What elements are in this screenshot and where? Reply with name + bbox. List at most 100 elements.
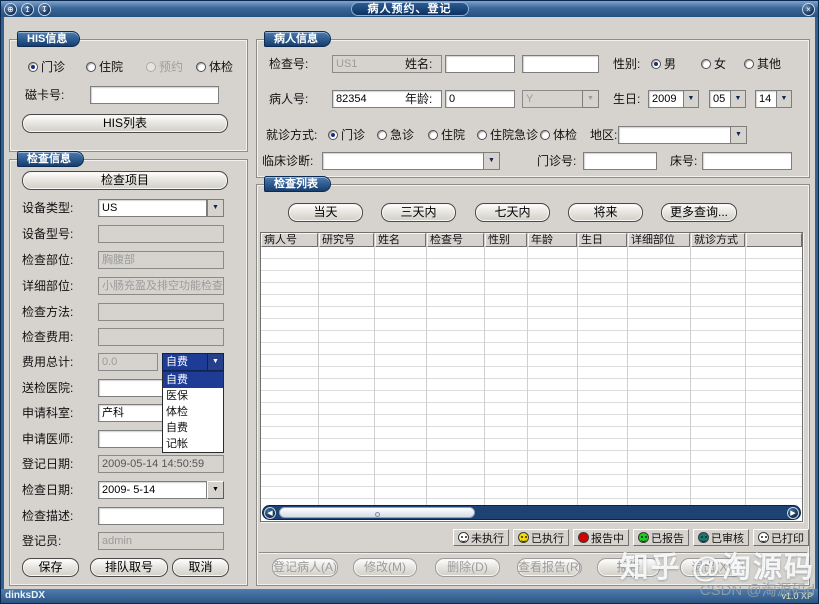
exam-fee-label: 检查费用: (22, 330, 74, 344)
department-label: 申请科室: (22, 406, 74, 420)
radio-icon (701, 59, 711, 69)
column-header-gender[interactable]: 性别 (485, 233, 527, 247)
dropdown-option[interactable]: 自费 (163, 372, 223, 388)
diagnosis-value[interactable] (322, 152, 484, 170)
device-type-dropdown-icon[interactable]: ▼ (207, 199, 224, 217)
column-header-visit-type[interactable]: 就诊方式 (691, 233, 745, 247)
delete-button[interactable]: 删除(D) (435, 558, 500, 577)
column-header-patient-no[interactable]: 病人号 (261, 233, 318, 247)
save-button[interactable]: 保存 (22, 558, 79, 577)
description-input[interactable] (98, 507, 224, 525)
pay-type-combo[interactable]: 自费 (162, 353, 208, 371)
gender-label: 性别: (613, 57, 641, 71)
gender-radio-female[interactable]: 女 (701, 55, 726, 73)
dropdown-option[interactable]: 自费 (163, 420, 223, 436)
window-pin-icon[interactable]: ⊕ (4, 2, 17, 16)
titlebar[interactable]: ⊕ ↥ ↧ 病人预约、登记 × (1, 1, 818, 17)
register-patient-button[interactable]: 登记病人(A) (272, 558, 338, 577)
status-audited-icon (698, 532, 709, 543)
exam-list-table[interactable]: 病人号 研究号 姓名 检查号 性别 年龄 生日 详细部位 就诊方式 ◀ ▶ (260, 232, 803, 522)
window-minimize-icon[interactable]: ↧ (38, 2, 51, 16)
card-no-label: 磁卡号: (25, 88, 65, 102)
filter-3days-button[interactable]: 三天内 (381, 203, 456, 222)
gender-radio-male[interactable]: 男 (651, 55, 676, 73)
birth-day-value[interactable]: 14 (755, 90, 777, 108)
device-type-value[interactable]: US (98, 199, 207, 217)
outpatient-no-input[interactable] (583, 152, 657, 170)
birth-month-dropdown-icon[interactable]: ▼ (730, 90, 746, 108)
exam-method-value (98, 303, 224, 321)
his-list-button[interactable]: HIS列表 (22, 114, 228, 133)
age-input[interactable]: 0 (445, 90, 515, 108)
column-body (746, 247, 802, 505)
visit-radio-inpatient[interactable]: 住院 (428, 126, 465, 144)
column-header-exam-no[interactable]: 检查号 (427, 233, 484, 247)
region-label: 地区: (590, 128, 618, 142)
app-window: ⊕ ↥ ↧ 病人预约、登记 × HIS信息 门诊 住院 预约 体检 磁卡号: H… (0, 0, 819, 604)
column-header-study-no[interactable]: 研究号 (319, 233, 374, 247)
radio-icon (328, 130, 338, 140)
filter-today-button[interactable]: 当天 (288, 203, 363, 222)
column-body (375, 247, 426, 505)
gender-radio-other[interactable]: 其他 (744, 55, 781, 73)
report-button[interactable]: 报告 (597, 558, 660, 577)
visit-radio-physical[interactable]: 体检 (540, 126, 577, 144)
legend-reported: 已报告 (633, 529, 689, 546)
his-radio-inpatient[interactable]: 住院 (86, 58, 123, 76)
column-body (691, 247, 745, 505)
exit-button[interactable]: 退出(X) (680, 558, 743, 577)
region-value[interactable] (618, 126, 731, 144)
birth-month-value[interactable]: 05 (709, 90, 731, 108)
birth-year-dropdown-icon[interactable]: ▼ (683, 90, 699, 108)
visit-radio-emergency[interactable]: 急诊 (377, 126, 414, 144)
column-header-name[interactable]: 姓名 (375, 233, 426, 247)
pay-type-dropdown-list[interactable]: 自费 医保 体检 自费 记帐 (162, 371, 224, 453)
panel-exam-list: 检查列表 当天 三天内 七天内 将来 更多查询... 病人号 研究号 姓名 检查… (256, 176, 810, 586)
queue-number-button[interactable]: 排队取号 (90, 558, 168, 577)
age-unit-value: Y (522, 90, 583, 108)
exam-date-dropdown-icon[interactable]: ▼ (207, 481, 224, 499)
his-radio-appointment[interactable]: 预约 (146, 58, 183, 76)
column-header-detail-part[interactable]: 详细部位 (628, 233, 690, 247)
diagnosis-dropdown-icon[interactable]: ▼ (483, 152, 500, 170)
cancel-button[interactable]: 取消 (172, 558, 229, 577)
registrar-label: 登记员: (22, 534, 62, 548)
column-header-age[interactable]: 年龄 (528, 233, 577, 247)
scroll-right-icon[interactable]: ▶ (787, 507, 799, 519)
pay-type-dropdown-icon[interactable]: ▼ (207, 353, 224, 371)
divider (259, 552, 807, 554)
birth-year-value[interactable]: 2009 (648, 90, 684, 108)
dropdown-option[interactable]: 记帐 (163, 436, 223, 452)
filter-more-query-button[interactable]: 更多查询... (661, 203, 737, 222)
filter-7days-button[interactable]: 七天内 (475, 203, 550, 222)
close-icon[interactable]: × (802, 2, 815, 16)
horizontal-scrollbar[interactable]: ◀ ▶ (262, 505, 801, 520)
exam-item-button[interactable]: 检查项目 (22, 171, 228, 190)
scrollbar-thumb[interactable] (279, 507, 475, 518)
registrar-value: admin (98, 532, 224, 550)
view-report-button[interactable]: 查看报告(R) (517, 558, 583, 577)
card-no-input[interactable] (90, 86, 219, 104)
radio-icon (196, 62, 206, 72)
device-type-label: 设备类型: (22, 201, 74, 215)
dropdown-option[interactable]: 医保 (163, 388, 223, 404)
filter-future-button[interactable]: 将来 (568, 203, 643, 222)
his-radio-outpatient[interactable]: 门诊 (28, 58, 65, 76)
his-radio-physical[interactable]: 体检 (196, 58, 233, 76)
column-header-birthday[interactable]: 生日 (578, 233, 627, 247)
scroll-left-icon[interactable]: ◀ (264, 507, 276, 519)
name-pinyin-input[interactable] (522, 55, 599, 73)
body-part-value: 胸腹部 (98, 251, 224, 269)
birth-day-dropdown-icon[interactable]: ▼ (776, 90, 792, 108)
name-input[interactable] (445, 55, 515, 73)
radio-icon (428, 130, 438, 140)
visit-radio-inpatient-emergency[interactable]: 住院急诊 (477, 126, 538, 144)
region-dropdown-icon[interactable]: ▼ (730, 126, 747, 144)
window-shade-icon[interactable]: ↥ (21, 2, 34, 16)
panel-tab-patient-info: 病人信息 (264, 31, 331, 47)
modify-button[interactable]: 修改(M) (353, 558, 417, 577)
visit-radio-outpatient[interactable]: 门诊 (328, 126, 365, 144)
dropdown-option[interactable]: 体检 (163, 404, 223, 420)
bed-no-input[interactable] (702, 152, 792, 170)
exam-date-value[interactable]: 2009- 5-14 (98, 481, 207, 499)
